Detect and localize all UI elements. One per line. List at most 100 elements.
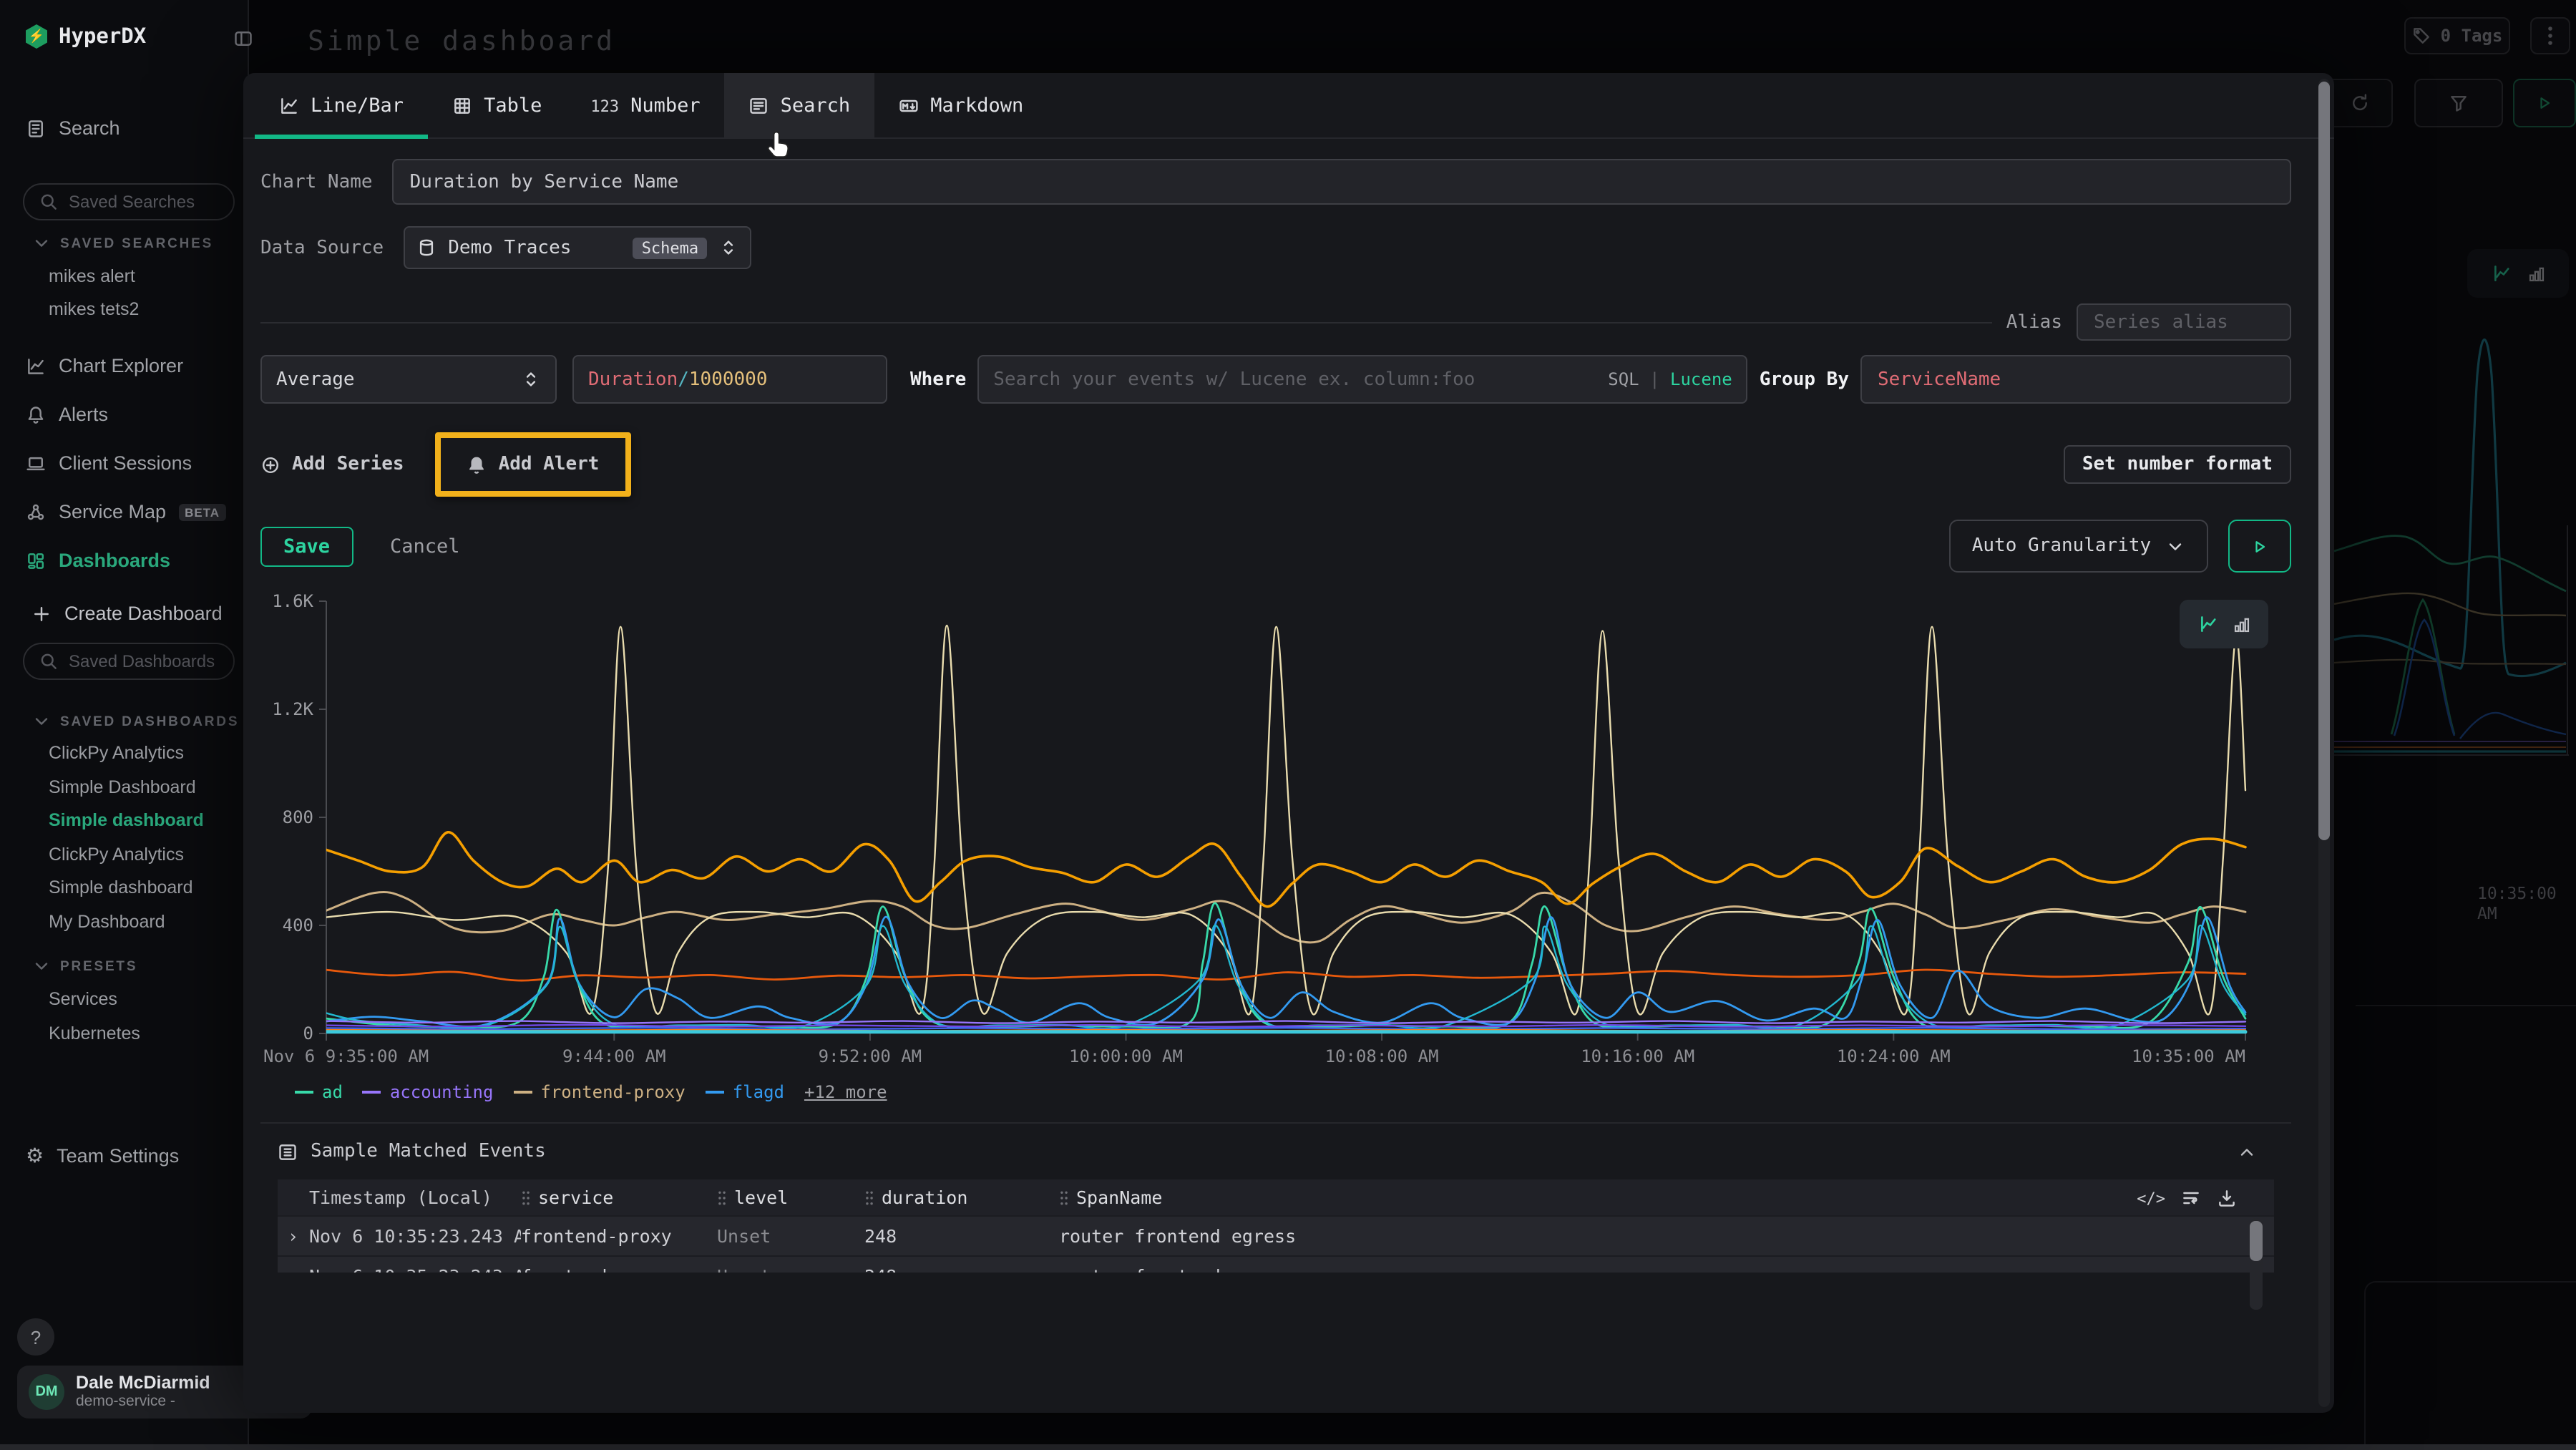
tab-markdown[interactable]: Markdown xyxy=(874,73,1048,137)
help-button[interactable]: ? xyxy=(17,1318,54,1356)
events-table-scrollbar[interactable] xyxy=(2250,1218,2263,1310)
series-alias-input[interactable] xyxy=(2077,303,2291,341)
svg-text:10:08:00 AM: 10:08:00 AM xyxy=(1325,1046,1439,1066)
where-search-input[interactable]: Search your events w/ Lucene ex. column:… xyxy=(977,355,1747,404)
wrap-text-icon[interactable] xyxy=(2181,1187,2201,1207)
chevron-down-icon xyxy=(31,711,52,731)
saved-dashboard-item[interactable]: Simple dashboard xyxy=(49,810,204,830)
edit-chart-modal: Line/Bar Table 123 Number Search Markdow… xyxy=(243,73,2334,1413)
sidebar-item-client-sessions[interactable]: Client Sessions xyxy=(26,452,192,474)
aggregation-select[interactable]: Average xyxy=(260,355,557,404)
events-column-header[interactable]: service xyxy=(521,1187,717,1208)
saved-dashboards-section-header[interactable]: SAVED DASHBOARDS xyxy=(31,711,239,731)
granularity-select[interactable]: Auto Granularity xyxy=(1949,520,2208,573)
tab-line-bar[interactable]: Line/Bar xyxy=(255,73,428,137)
modal-scrollbar[interactable] xyxy=(2318,79,2330,1407)
saved-dashboard-item[interactable]: My Dashboard xyxy=(49,911,165,931)
bell-icon xyxy=(26,404,46,424)
chart-legend: ad accounting frontend-proxy flagd +12 mo… xyxy=(295,1082,2291,1102)
events-table-rows: › Nov 6 10:35:23.243 AM frontend-proxy U… xyxy=(278,1215,2274,1273)
sidebar-item-alerts[interactable]: Alerts xyxy=(26,404,108,425)
legend-more-link[interactable]: +12 more xyxy=(804,1082,887,1102)
download-icon[interactable] xyxy=(2217,1187,2237,1207)
add-alert-button[interactable]: Add Alert xyxy=(467,454,600,475)
sidebar-collapse-button[interactable] xyxy=(233,29,253,49)
saved-dashboard-item[interactable]: ClickPy Analytics xyxy=(49,844,184,864)
sidebar-item-dashboards[interactable]: Dashboards xyxy=(26,550,170,571)
legend-item[interactable]: accounting xyxy=(363,1082,494,1102)
drag-handle-icon[interactable] xyxy=(864,1189,874,1206)
set-number-format-button[interactable]: Set number format xyxy=(2064,445,2291,484)
saved-search-item[interactable]: mikes alert xyxy=(49,266,135,286)
drag-handle-icon[interactable] xyxy=(1059,1189,1069,1206)
events-table-row[interactable]: › Nov 6 10:35:23.243 AM frontend-proxy U… xyxy=(278,1255,2274,1273)
svg-text:10:35:00 AM: 10:35:00 AM xyxy=(2132,1046,2245,1066)
alias-label: Alias xyxy=(2006,311,2062,333)
sample-events-title: Sample Matched Events xyxy=(311,1141,546,1162)
svg-text:Nov 6 9:35:00 AM: Nov 6 9:35:00 AM xyxy=(263,1046,429,1066)
saved-search-item[interactable]: mikes tets2 xyxy=(49,299,139,319)
line-chart-icon xyxy=(26,356,46,376)
tab-table[interactable]: Table xyxy=(428,73,566,137)
search-icon xyxy=(39,192,59,212)
tab-search[interactable]: Search xyxy=(725,73,875,137)
presets-section-header[interactable]: PRESETS xyxy=(31,956,137,976)
drag-handle-icon[interactable] xyxy=(521,1189,531,1206)
list-icon xyxy=(278,1142,298,1162)
sidebar-item-search[interactable]: Search xyxy=(26,117,120,139)
saved-dashboards-input[interactable]: Saved Dashboards xyxy=(23,643,235,680)
play-icon xyxy=(2251,537,2268,555)
sql-toggle[interactable]: SQL xyxy=(1608,369,1639,389)
events-table-row[interactable]: › Nov 6 10:35:23.243 AM frontend-proxy U… xyxy=(278,1215,2274,1255)
list-icon xyxy=(749,95,769,115)
tab-number[interactable]: 123 Number xyxy=(566,73,724,137)
legend-item[interactable]: flagd xyxy=(706,1082,784,1102)
run-chart-button[interactable] xyxy=(2228,520,2291,573)
legend-item[interactable]: frontend-proxy xyxy=(513,1082,685,1102)
create-dashboard-button[interactable]: Create Dashboard xyxy=(31,603,223,624)
events-table-header: Timestamp (Local)serviceleveldurationSpa… xyxy=(278,1179,2274,1215)
events-column-header[interactable]: duration xyxy=(864,1187,1059,1208)
field-expression-input[interactable]: Duration/1000000 xyxy=(572,355,887,404)
chart-type-toggle[interactable] xyxy=(2180,600,2268,648)
code-icon[interactable]: </> xyxy=(2137,1187,2165,1208)
sample-events-section: Sample Matched Events Timestamp (Local)s… xyxy=(260,1122,2291,1351)
where-label: Where xyxy=(910,369,966,390)
table-icon xyxy=(452,95,472,115)
add-series-button[interactable]: Add Series xyxy=(260,454,404,475)
preset-item[interactable]: Services xyxy=(49,989,117,1009)
sidebar-item-chart-explorer[interactable]: Chart Explorer xyxy=(26,355,183,376)
brand-logo[interactable]: ⚡ HyperDX xyxy=(26,24,146,49)
saved-dashboard-item[interactable]: Simple dashboard xyxy=(49,877,193,897)
drag-handle-icon[interactable] xyxy=(717,1189,727,1206)
saved-searches-input[interactable]: Saved Searches xyxy=(23,183,235,220)
chart-name-input[interactable] xyxy=(393,159,2291,205)
chevron-down-icon xyxy=(31,956,52,976)
lucene-toggle[interactable]: Lucene xyxy=(1670,369,1732,389)
saved-searches-section-header[interactable]: SAVED SEARCHES xyxy=(31,233,213,253)
svg-text:1.2K: 1.2K xyxy=(272,699,313,719)
cancel-button[interactable]: Cancel xyxy=(390,535,460,558)
events-column-header[interactable]: Timestamp (Local) xyxy=(309,1187,521,1208)
line-chart[interactable]: 04008001.2K1.6KNov 6 9:35:00 AM9:44:00 A… xyxy=(260,593,2291,1076)
sidebar: ⚡ HyperDX Search Saved Searches SAVED SE… xyxy=(0,0,249,1450)
plus-icon xyxy=(31,603,52,623)
svg-text:10:16:00 AM: 10:16:00 AM xyxy=(1581,1046,1694,1066)
series-divider-line xyxy=(260,321,1992,323)
plus-circle-icon xyxy=(260,454,280,475)
legend-item[interactable]: ad xyxy=(295,1082,343,1102)
events-column-header[interactable]: SpanName xyxy=(1059,1187,2137,1208)
saved-dashboard-item[interactable]: ClickPy Analytics xyxy=(49,743,184,763)
svg-text:10:24:00 AM: 10:24:00 AM xyxy=(1837,1046,1951,1066)
svg-text:0: 0 xyxy=(303,1023,313,1043)
data-source-select[interactable]: Demo Traces Schema xyxy=(404,226,751,269)
group-by-input[interactable]: ServiceName xyxy=(1860,355,2291,404)
events-column-header[interactable]: level xyxy=(717,1187,864,1208)
svg-text:9:52:00 AM: 9:52:00 AM xyxy=(819,1046,922,1066)
chevron-up-icon[interactable] xyxy=(2237,1142,2257,1162)
preset-item[interactable]: Kubernetes xyxy=(49,1023,140,1043)
saved-dashboard-item[interactable]: Simple Dashboard xyxy=(49,777,196,797)
sidebar-item-team-settings[interactable]: ⚙ Team Settings xyxy=(26,1145,179,1167)
save-button[interactable]: Save xyxy=(260,526,353,566)
sidebar-item-service-map[interactable]: Service Map BETA xyxy=(26,501,225,522)
